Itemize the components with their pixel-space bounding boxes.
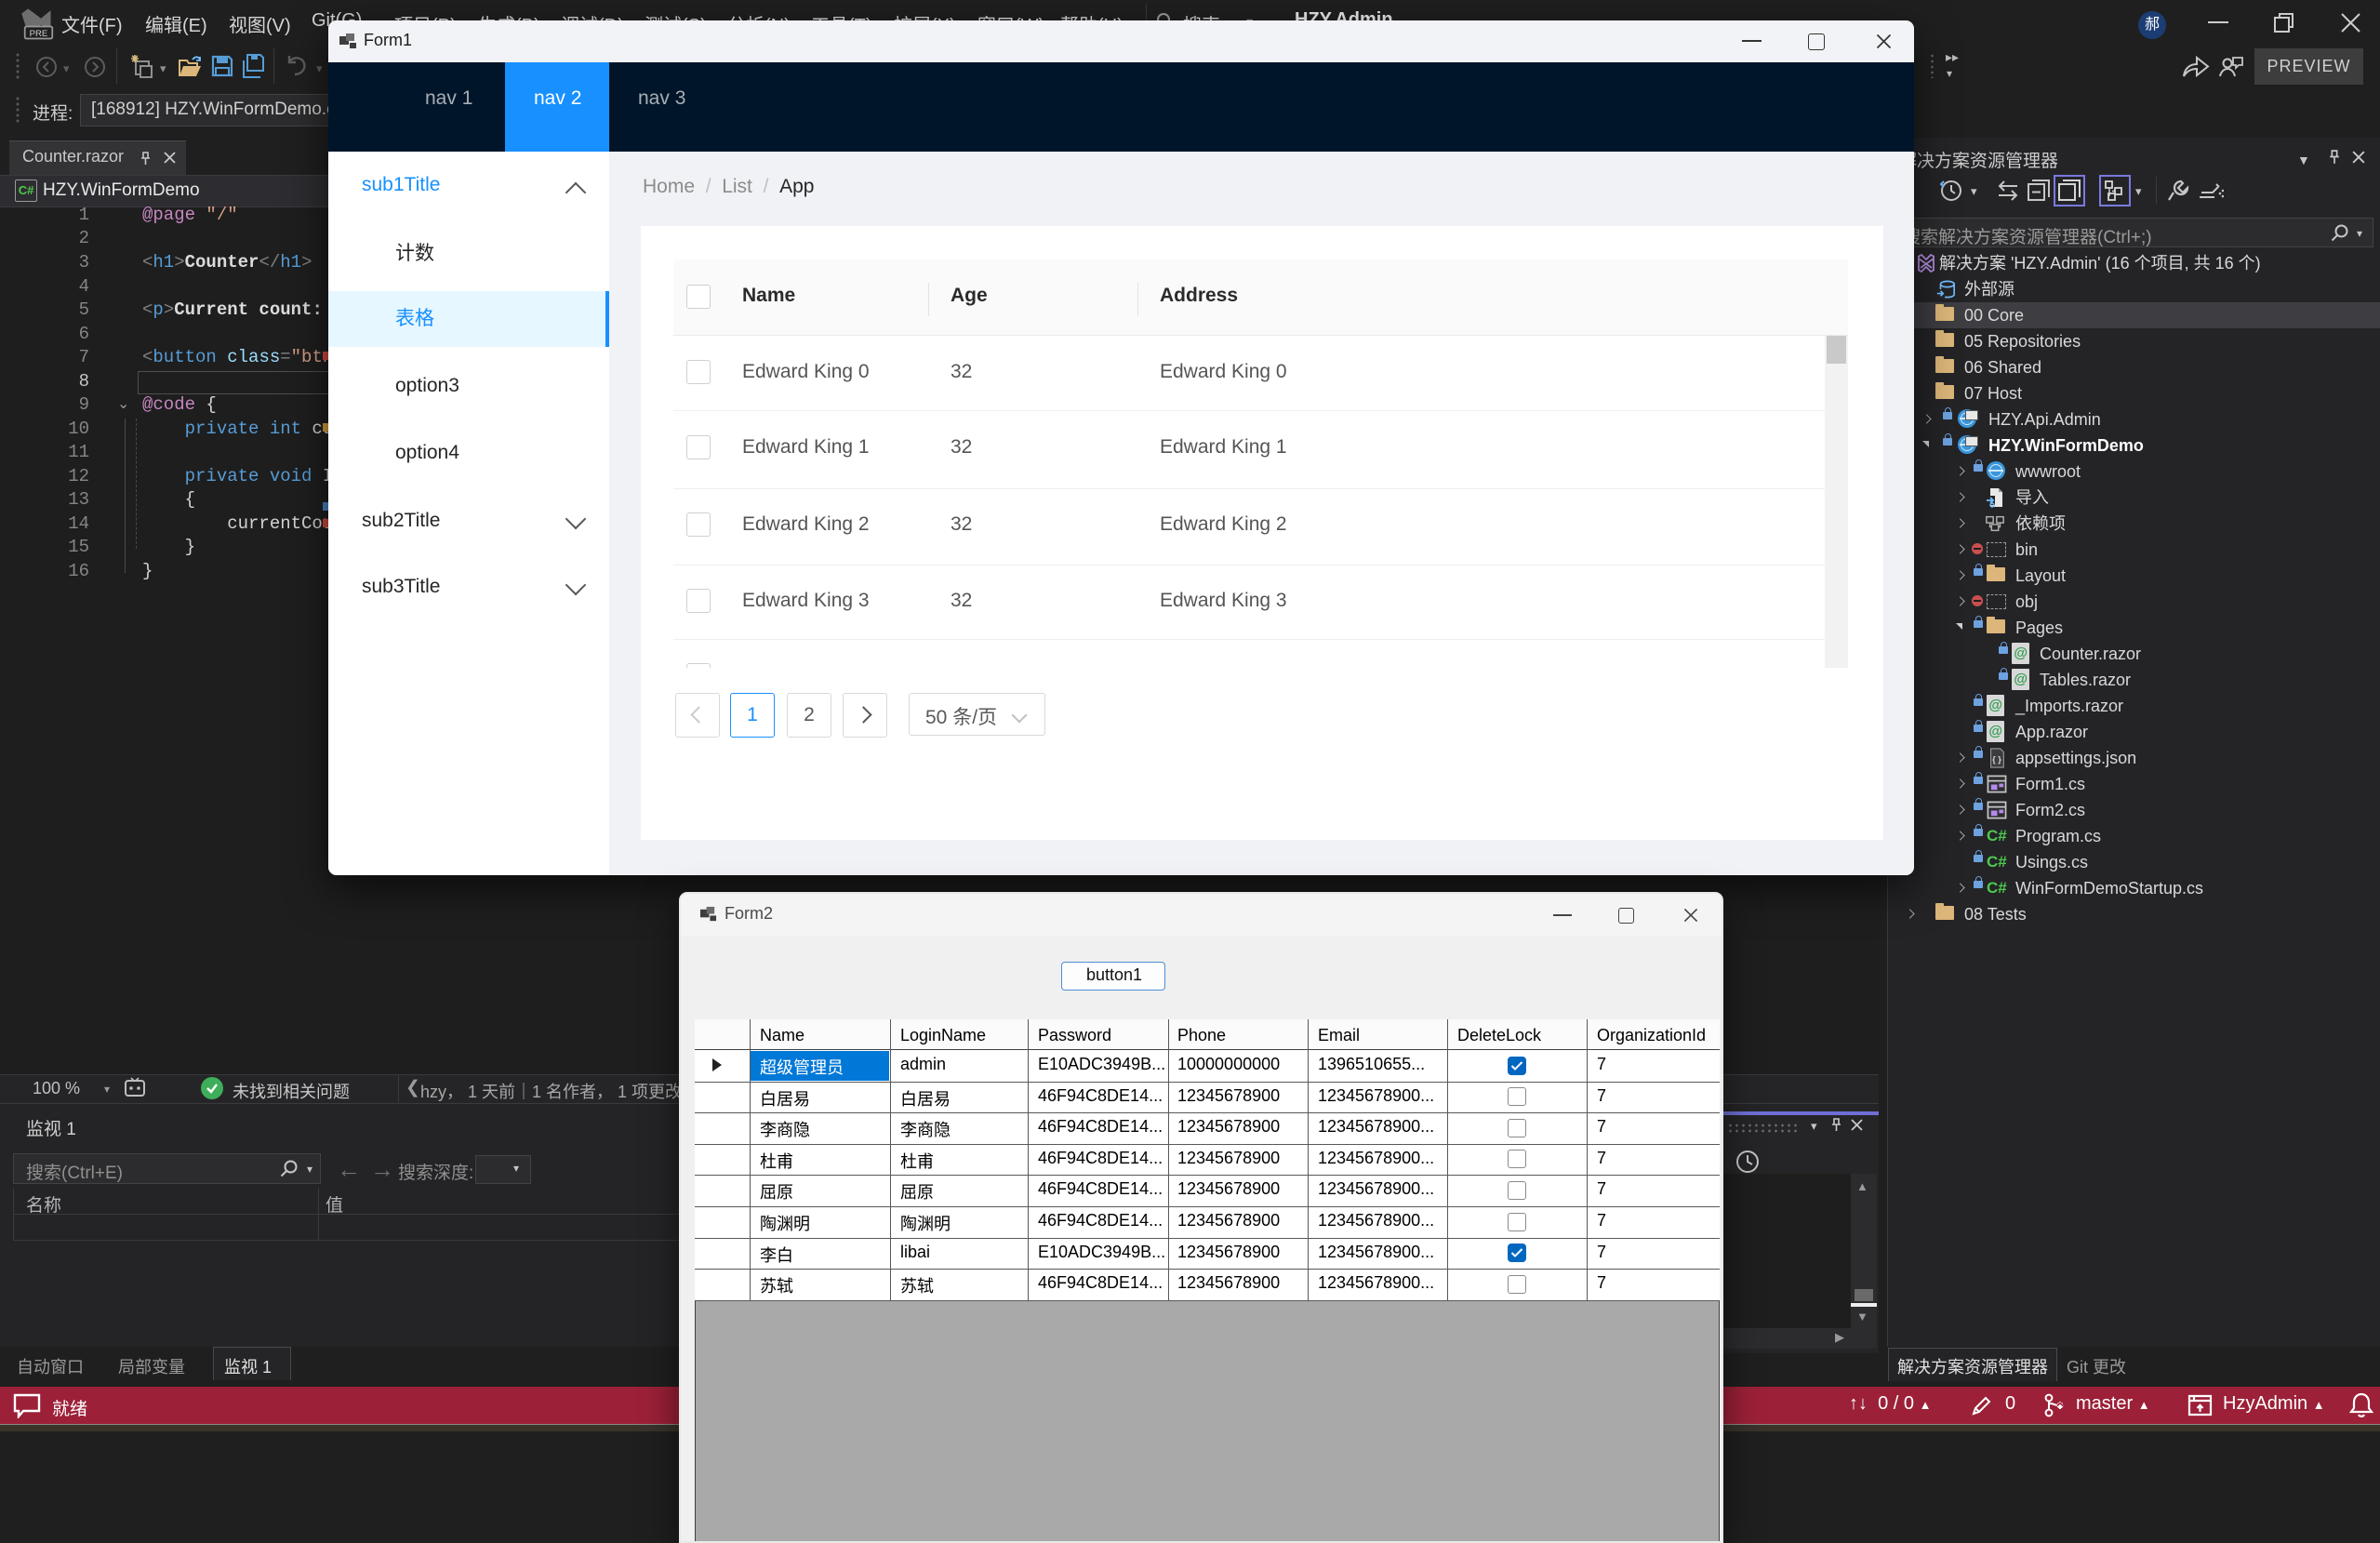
svg-text:{ }: { }: [1992, 755, 2001, 765]
svg-text:PRE: PRE: [30, 29, 48, 39]
